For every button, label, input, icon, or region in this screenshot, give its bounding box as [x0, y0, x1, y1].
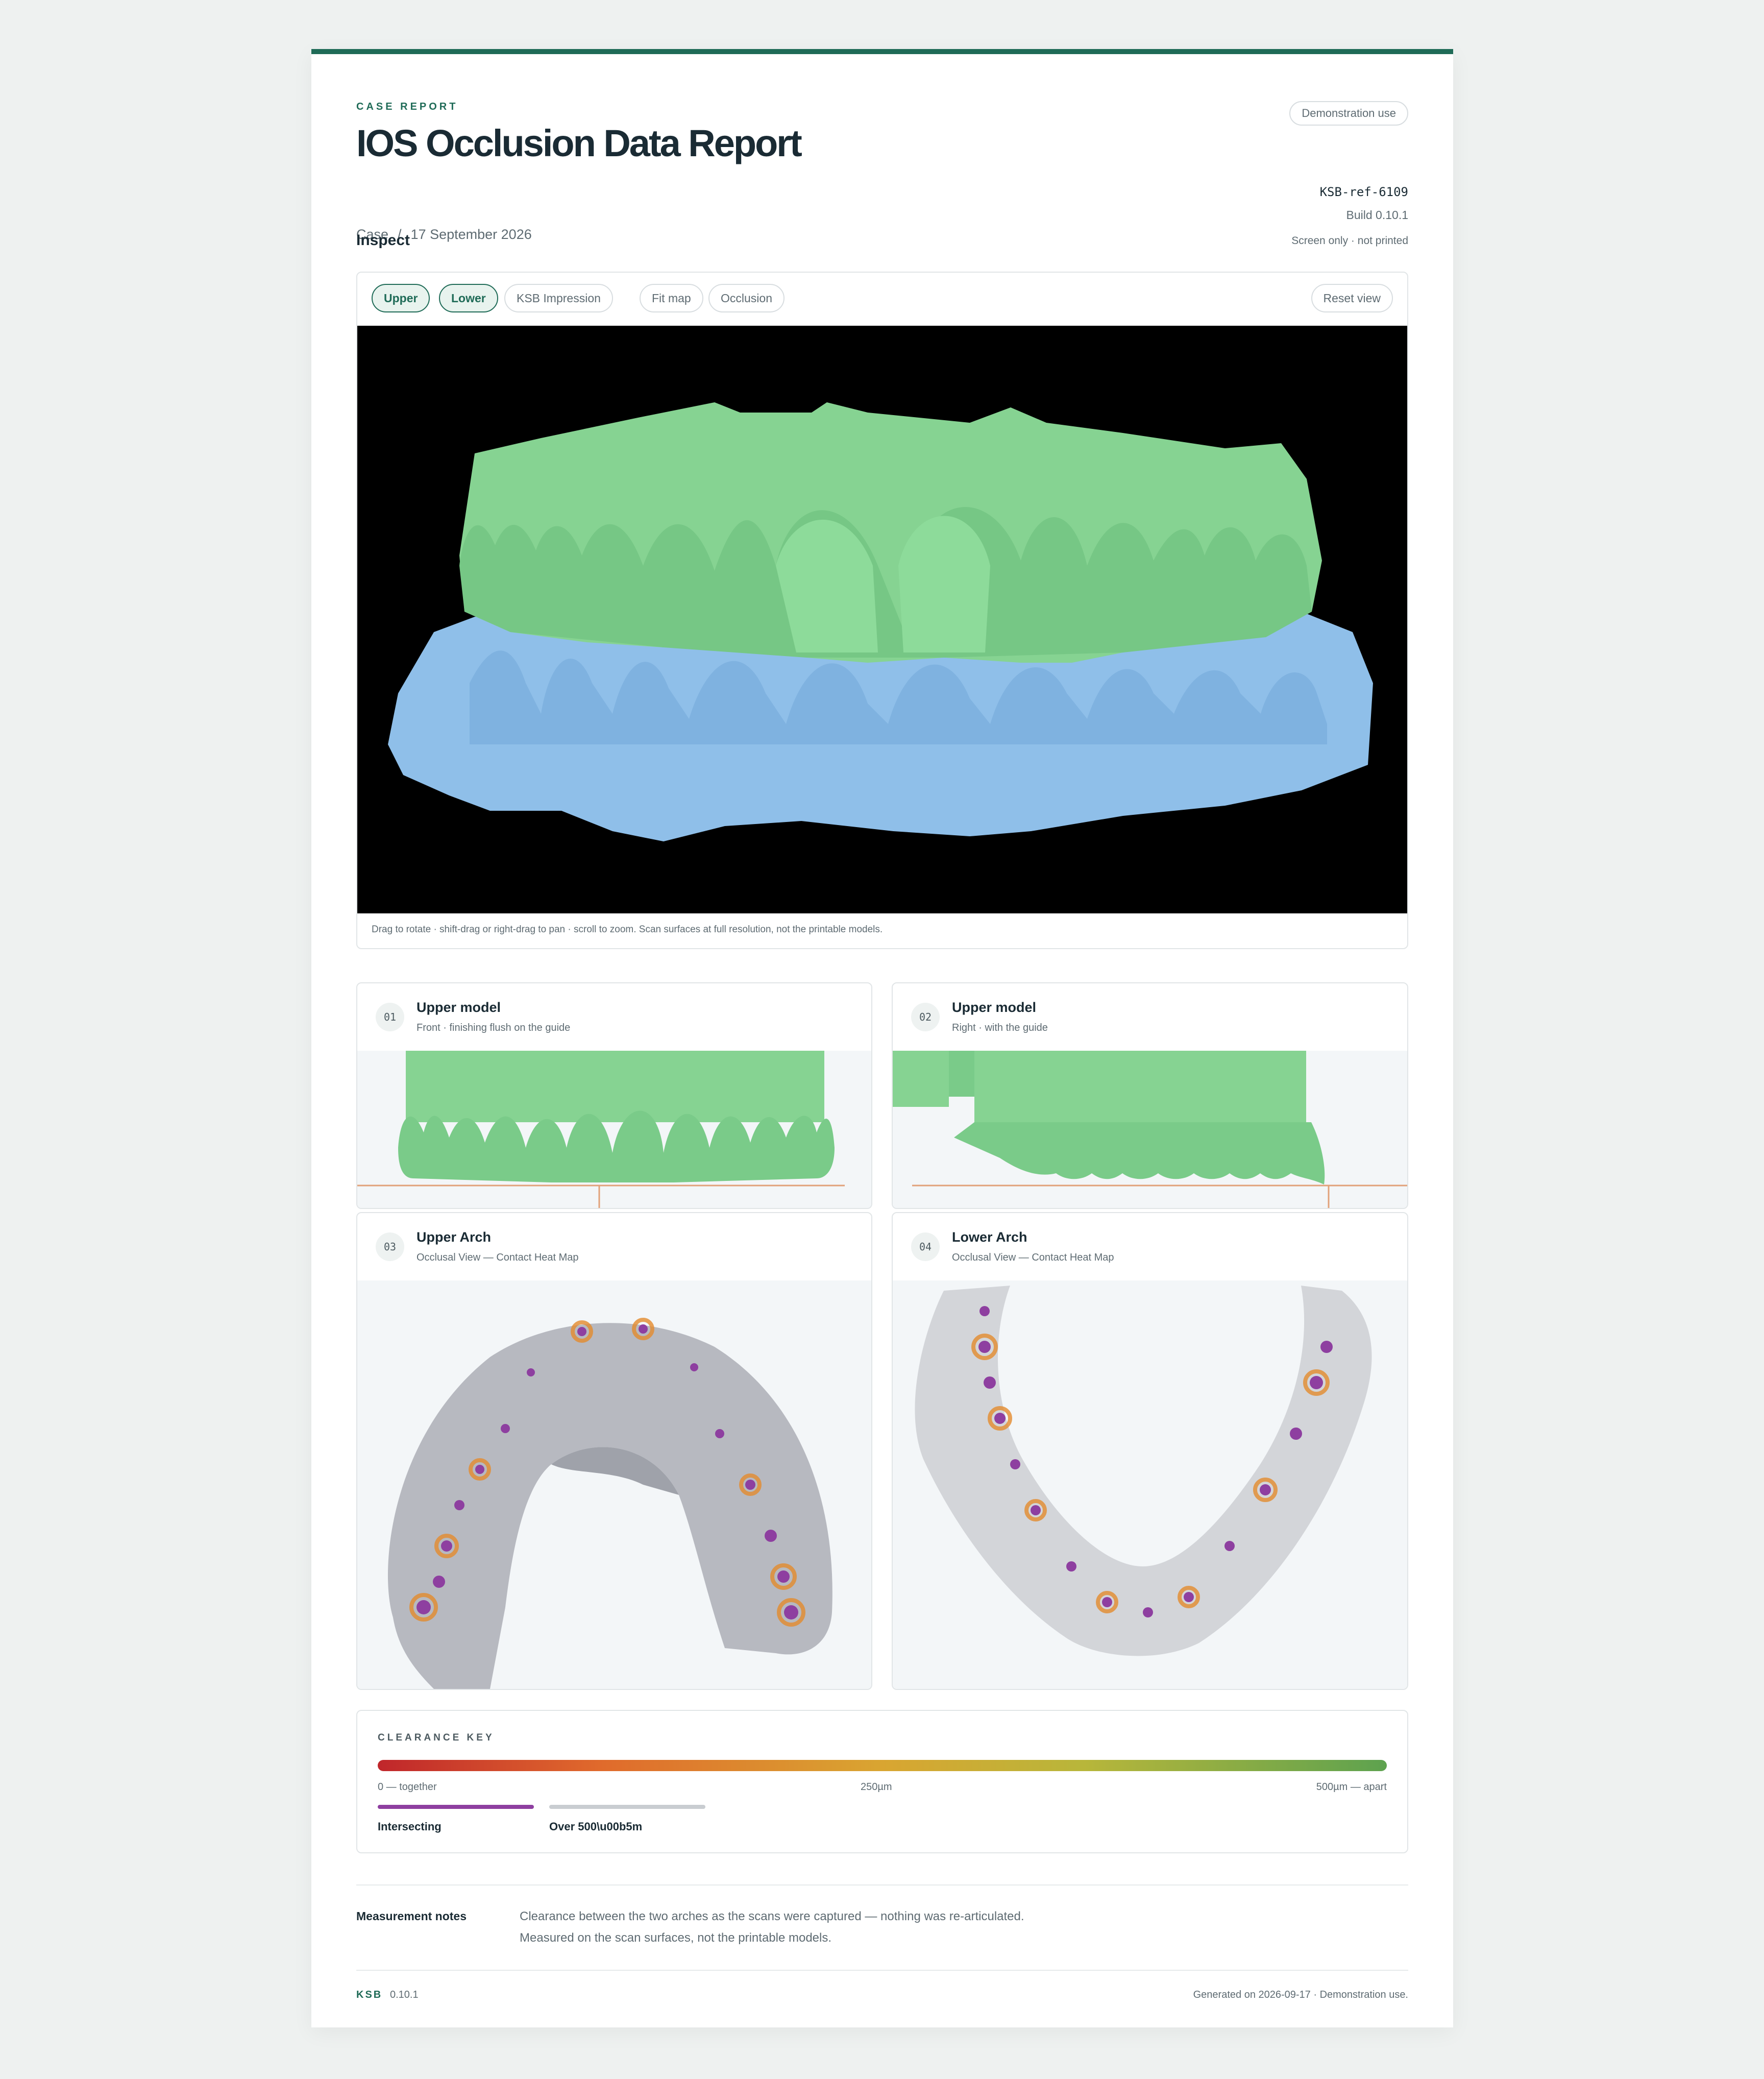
view-card-01: 01 Upper model Front · finishing flush o…	[356, 982, 872, 1209]
inspect-header: Inspect Screen only · not printed	[356, 232, 1408, 268]
view-subtitle: Occlusal View — Contact Heat Map	[952, 1252, 1114, 1263]
intersecting-label: Intersecting	[378, 1820, 442, 1833]
view-card-header: 02 Upper model Right · with the guide	[893, 983, 1407, 1052]
view-card-03: 03 Upper Arch Occlusal View — Contact He…	[356, 1212, 872, 1690]
build-version: Build 0.10.1	[1346, 208, 1408, 222]
upper-model-front-render	[357, 1051, 845, 1208]
upper-arch-heatmap-view	[357, 1280, 871, 1689]
toggle-fit-map[interactable]: Fit map	[640, 284, 703, 312]
toggle-lower[interactable]: Lower	[439, 284, 498, 312]
inspect-note: Screen only · not printed	[1291, 235, 1408, 247]
view-number: 04	[911, 1232, 940, 1261]
lower-arch-heatmap-render	[915, 1286, 1372, 1656]
over-swatch	[549, 1805, 705, 1809]
view-title: Upper Arch	[416, 1229, 492, 1245]
upper-model-front-view	[357, 1051, 871, 1208]
3d-viewport[interactable]	[357, 326, 1407, 913]
lower-arch-heatmap-view	[893, 1280, 1407, 1689]
notes-label: Measurement notes	[356, 1909, 467, 1923]
view-number: 02	[911, 1003, 940, 1031]
view-card-header: 03 Upper Arch Occlusal View — Contact He…	[357, 1213, 871, 1282]
view-card-04: 04 Lower Arch Occlusal View — Contact He…	[892, 1212, 1408, 1690]
view-subtitle: Right · with the guide	[952, 1022, 1048, 1033]
clearance-key-card: CLEARANCE KEY 0 — together 250µm 500µm —…	[356, 1710, 1408, 1853]
toggle-ksb-impression[interactable]: KSB Impression	[504, 284, 613, 312]
scale-mid-label: 250µm	[861, 1781, 892, 1793]
view-title: Upper model	[416, 1000, 501, 1015]
footer-divider	[356, 1970, 1408, 1971]
footer-generated: Generated on 2026-09-17 · Demonstration …	[1193, 1989, 1408, 2000]
upper-model-right-view	[893, 1051, 1407, 1208]
scale-min-label: 0 — together	[378, 1781, 437, 1793]
viewer-caption: Drag to rotate · shift-drag or right-dra…	[372, 924, 883, 935]
upper-arch-heatmap-render	[387, 1318, 832, 1689]
toggle-occlusion[interactable]: Occlusion	[708, 284, 785, 312]
eyebrow: CASE REPORT	[356, 101, 458, 112]
intersecting-swatch	[378, 1805, 534, 1809]
measurement-notes: Measurement notes Clearance between the …	[356, 1907, 1408, 1969]
scale-max-label: 500µm — apart	[1316, 1781, 1387, 1793]
clearance-key-title: CLEARANCE KEY	[378, 1732, 495, 1743]
view-subtitle: Occlusal View — Contact Heat Map	[416, 1252, 579, 1263]
occlusion-3d-render	[388, 402, 1373, 841]
reset-view-button[interactable]: Reset view	[1311, 284, 1393, 312]
footer-brand: KSB	[356, 1989, 383, 2000]
view-card-02: 02 Upper model Right · with the guide	[892, 982, 1408, 1209]
clearance-gradient-bar	[378, 1760, 1387, 1771]
view-number: 01	[376, 1003, 404, 1031]
view-card-header: 01 Upper model Front · finishing flush o…	[357, 983, 871, 1052]
inspect-title: Inspect	[356, 232, 410, 249]
notes-line-1: Clearance between the two arches as the …	[520, 1909, 1024, 1923]
view-title: Upper model	[952, 1000, 1037, 1015]
reference-id: KSB-ref-6109	[1319, 185, 1408, 199]
report-page: CASE REPORT IOS Occlusion Data Report Ca…	[311, 49, 1453, 2027]
view-subtitle: Front · finishing flush on the guide	[416, 1022, 571, 1033]
inspect-viewer-card: Upper Lower KSB Impression Fit map Occlu…	[356, 272, 1408, 949]
demo-badge: Demonstration use	[1289, 101, 1408, 126]
over-label: Over 500\u00b5m	[549, 1820, 643, 1833]
toggle-upper[interactable]: Upper	[372, 284, 430, 312]
footer: KSB 0.10.1 Generated on 2026-09-17 · Dem…	[356, 1989, 1408, 2010]
view-title: Lower Arch	[952, 1229, 1027, 1245]
upper-model-right-render	[893, 1051, 1407, 1208]
report-header: CASE REPORT IOS Occlusion Data Report Ca…	[356, 101, 1408, 254]
footer-version: 0.10.1	[390, 1989, 419, 2000]
notes-line-2: Measured on the scan surfaces, not the p…	[520, 1931, 832, 1945]
viewer-toolbar: Upper Lower KSB Impression Fit map Occlu…	[357, 273, 1407, 326]
view-number: 03	[376, 1232, 404, 1261]
view-card-header: 04 Lower Arch Occlusal View — Contact He…	[893, 1213, 1407, 1282]
page-title: IOS Occlusion Data Report	[356, 122, 802, 164]
notes-divider	[356, 1884, 1408, 1885]
